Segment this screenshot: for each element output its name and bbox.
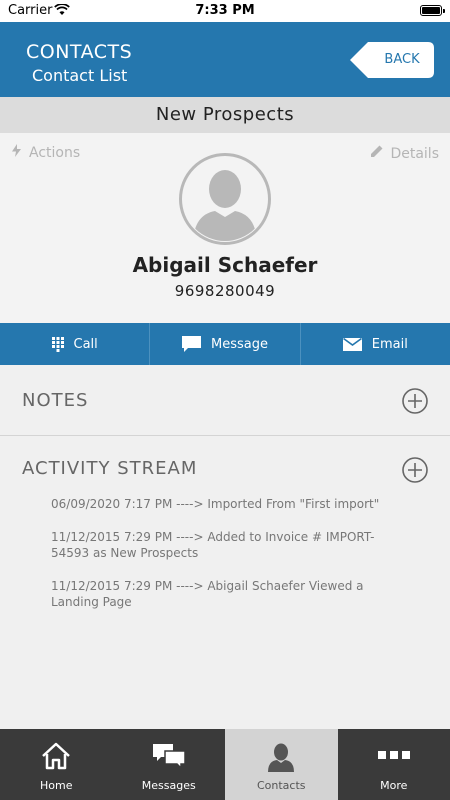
call-button[interactable]: Call <box>0 323 151 365</box>
pencil-icon <box>371 145 383 157</box>
tab-home-label: Home <box>40 779 73 792</box>
bolt-icon <box>12 144 21 157</box>
more-icon <box>377 751 410 759</box>
notes-section: NOTES <box>0 366 450 436</box>
activity-stream-section: ACTIVITY STREAM 06/09/2020 7:17 PM ---->… <box>0 436 450 726</box>
tab-contacts[interactable]: Contacts <box>225 729 338 800</box>
contact-profile: Actions Details Abigail Schaefer 9698280… <box>0 133 450 323</box>
contact-action-bar: Call Message Email <box>0 323 450 365</box>
email-button[interactable]: Email <box>301 323 450 365</box>
tab-contacts-label: Contacts <box>256 779 306 792</box>
call-label: Call <box>73 336 98 352</box>
notes-title: NOTES <box>22 390 89 411</box>
back-button[interactable]: BACK <box>350 42 434 78</box>
tab-home[interactable]: Home <box>0 729 113 800</box>
tab-more[interactable]: More <box>338 729 450 800</box>
messages-icon <box>152 744 186 770</box>
back-button-label: BACK <box>384 52 420 67</box>
status-bar: Carrier 7:33 PM <box>0 0 450 22</box>
chat-bubble-icon <box>182 335 201 352</box>
message-label: Message <box>211 336 268 352</box>
tab-more-label: More <box>380 779 408 792</box>
tab-bar: Home Messages Contacts More <box>0 729 450 800</box>
message-button[interactable]: Message <box>150 323 301 365</box>
avatar <box>179 153 271 245</box>
tab-messages-label: Messages <box>141 779 196 792</box>
tab-messages[interactable]: Messages <box>113 729 226 800</box>
add-activity-plus-icon[interactable] <box>402 457 428 483</box>
actions-link[interactable]: Actions <box>12 144 80 161</box>
actions-label: Actions <box>29 145 81 161</box>
details-label: Details <box>390 146 439 162</box>
dialpad-icon <box>51 336 64 352</box>
page-subtitle: Contact List <box>32 66 128 85</box>
activity-stream-title: ACTIVITY STREAM <box>22 458 198 479</box>
page-title: CONTACTS <box>26 41 133 63</box>
details-link[interactable]: Details <box>370 144 439 162</box>
activity-item: 06/09/2020 7:17 PM ----> Imported From "… <box>51 497 380 511</box>
list-name-banner: New Prospects <box>0 97 450 133</box>
battery-icon <box>420 5 445 16</box>
contact-name: Abigail Schaefer <box>132 253 318 277</box>
activity-list: 06/09/2020 7:17 PM ----> Imported From "… <box>51 496 391 627</box>
activity-item: 11/12/2015 7:29 PM ----> Added to Invoic… <box>51 530 375 560</box>
activity-item: 11/12/2015 7:29 PM ----> Abigail Schaefe… <box>51 579 364 609</box>
contact-phone[interactable]: 9698280049 <box>0 282 450 300</box>
envelope-icon <box>342 337 362 351</box>
clock: 7:33 PM <box>195 3 255 18</box>
home-icon <box>42 742 71 770</box>
contacts-icon <box>268 743 295 772</box>
email-label: Email <box>371 336 408 352</box>
header: CONTACTS Contact List BACK <box>0 22 450 97</box>
add-note-plus-icon[interactable] <box>402 388 428 414</box>
